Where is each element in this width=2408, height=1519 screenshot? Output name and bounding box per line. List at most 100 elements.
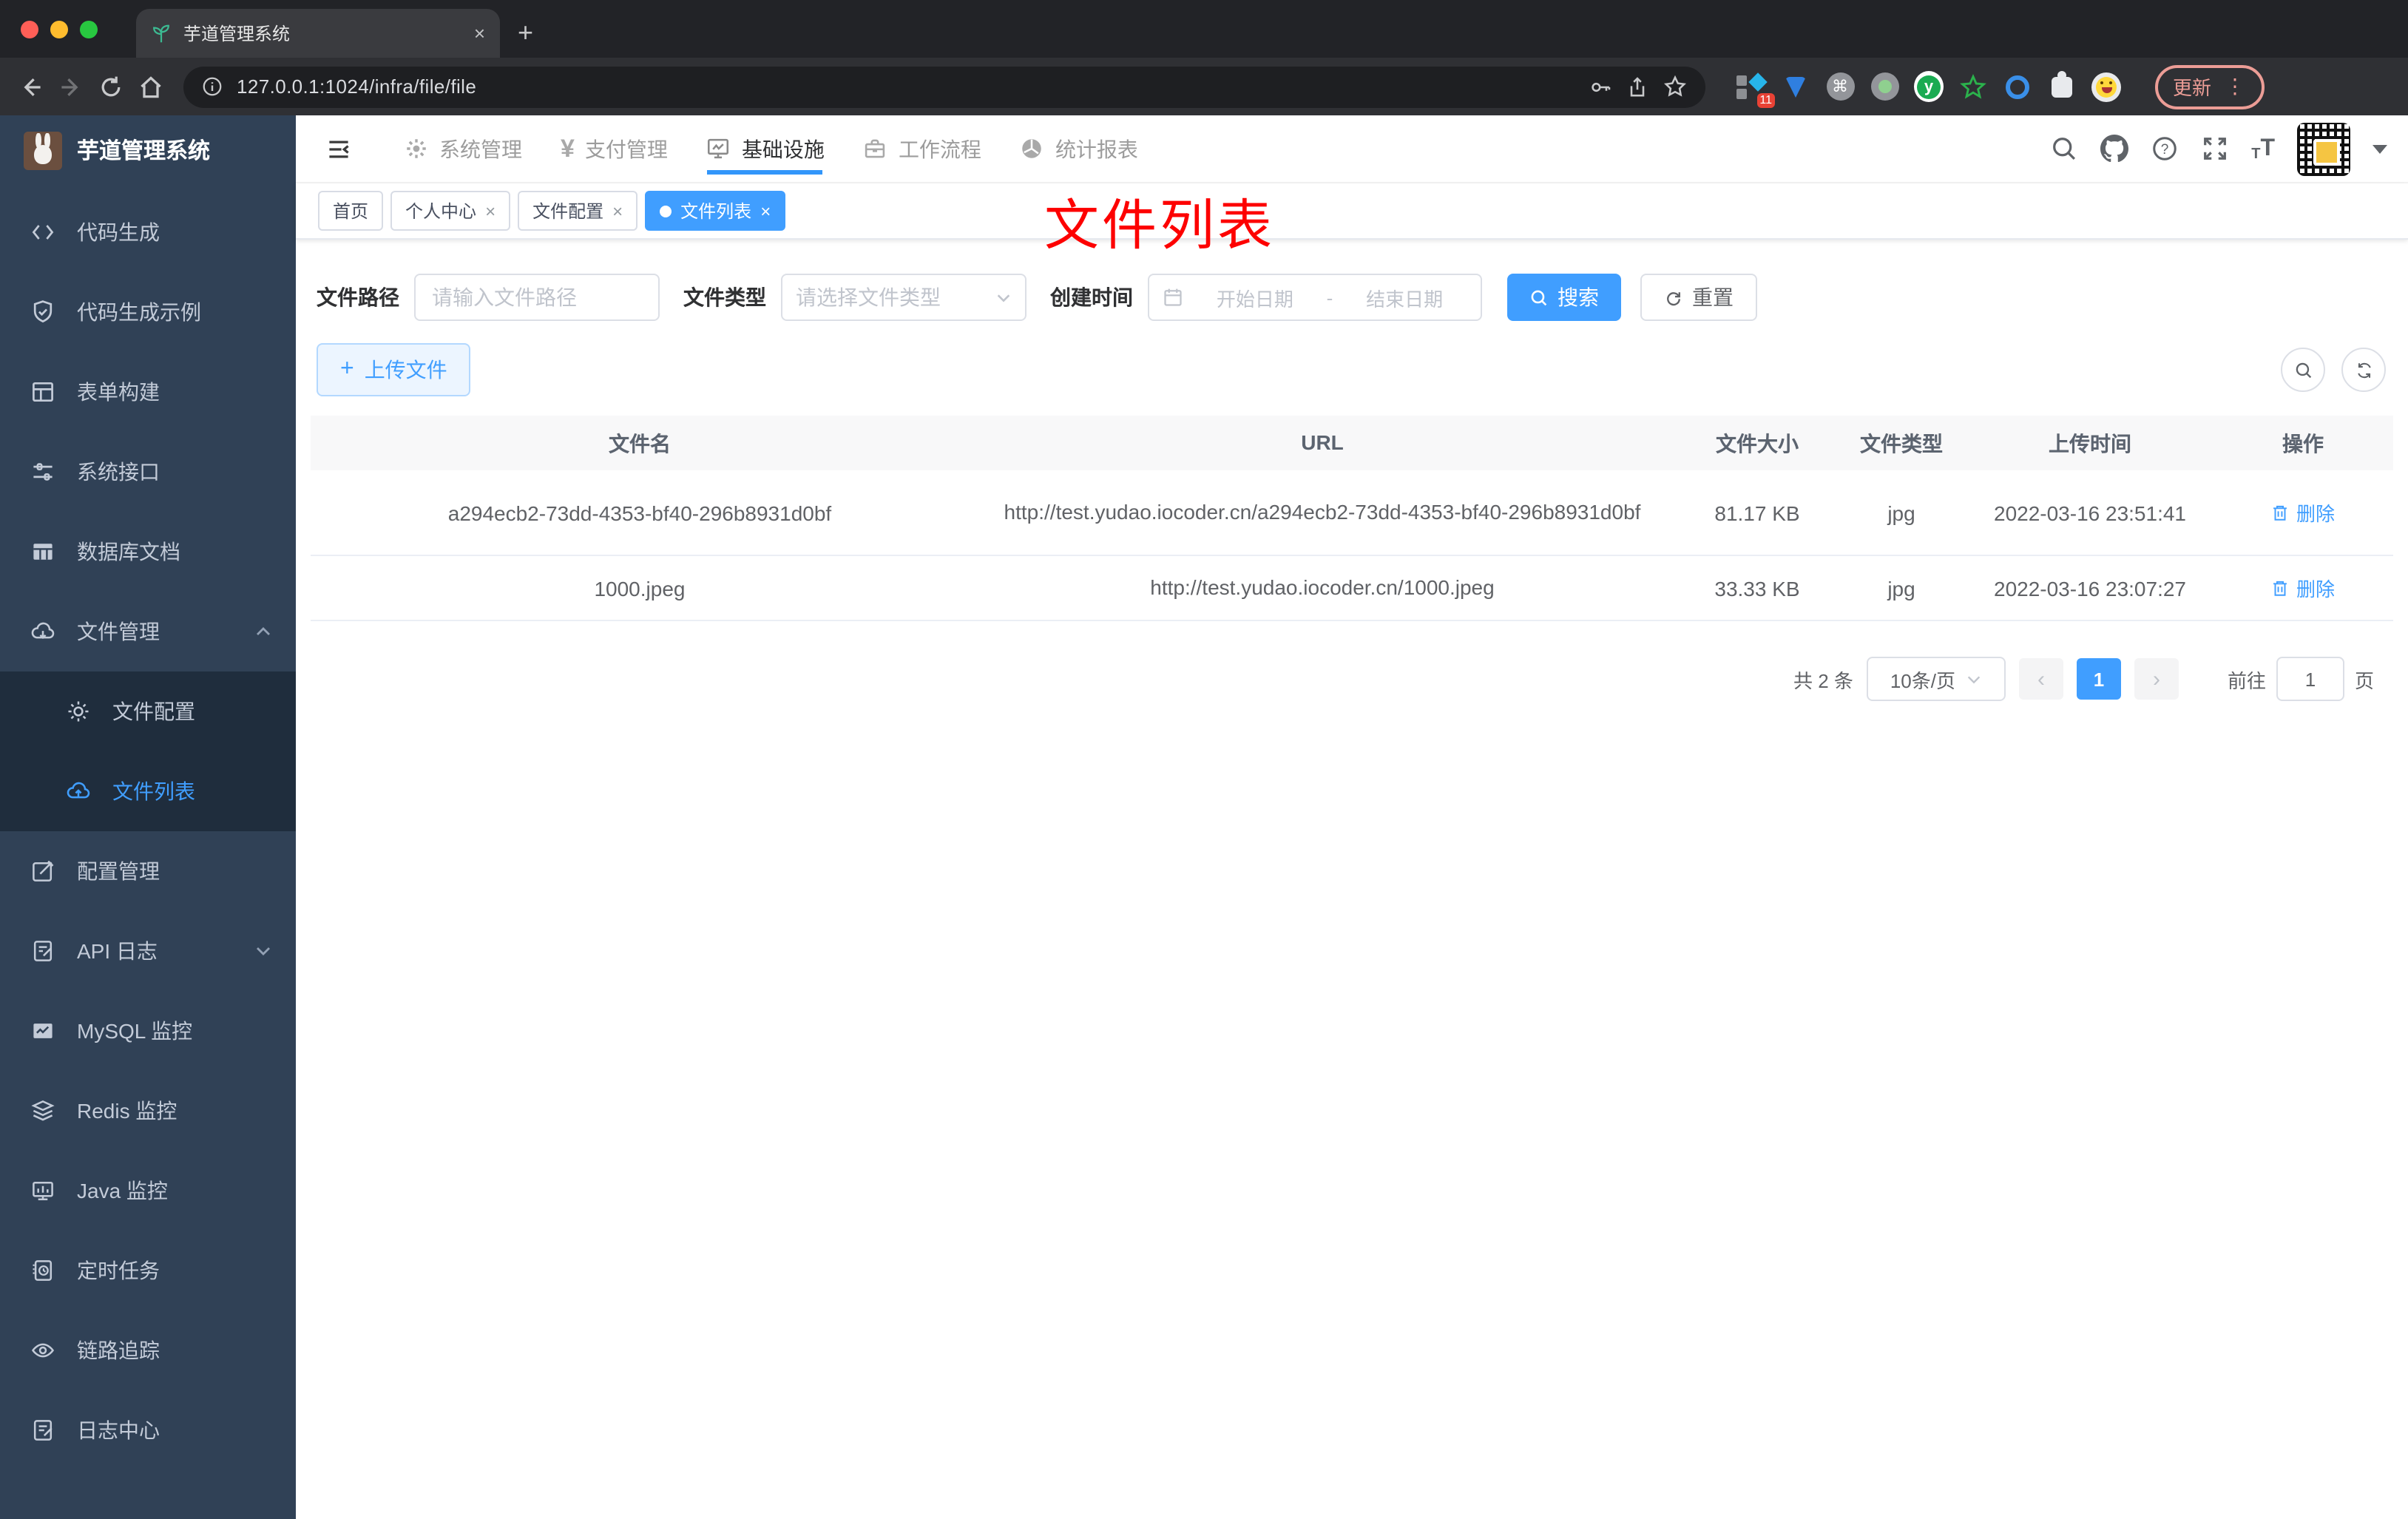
search-icon [1531,289,1547,305]
extension-y-icon[interactable]: y [1914,71,1944,102]
prev-page-button[interactable]: ‹ [2018,658,2063,700]
browser-menu-icon[interactable]: ⋮ [2225,74,2247,99]
browser-update-button[interactable]: 更新 ⋮ [2155,64,2265,109]
extension-emoji-icon[interactable] [2091,72,2121,101]
collapse-sidebar-icon[interactable] [325,135,352,162]
sidebar-item-api-log[interactable]: API 日志 [0,911,296,991]
extension-command-icon[interactable]: ⌘ [1825,72,1855,101]
col-type: 文件类型 [1860,431,1943,455]
sidebar-item-file-list[interactable]: 文件列表 [0,751,296,831]
next-page-button[interactable]: › [2134,658,2179,700]
bookmark-star-icon[interactable] [1663,74,1688,99]
app-title: 芋道管理系统 [77,139,211,164]
password-key-icon[interactable] [1589,75,1612,98]
page-content: 文件路径 文件类型 请选择文件类型 创建时间 开始日期 - 结束日期 [296,240,2408,1519]
file-type-select[interactable]: 请选择文件类型 [781,274,1027,321]
col-url: URL [1301,430,1344,454]
avatar[interactable] [2297,122,2350,175]
tag-home[interactable]: 首页 [318,191,384,231]
sidebar-item-log-center[interactable]: 日志中心 [0,1390,296,1470]
fullscreen-icon[interactable] [2201,135,2229,163]
sidebar-item-scheduled-jobs[interactable]: 定时任务 [0,1231,296,1310]
tag-file-list[interactable]: 文件列表 × [645,191,786,231]
minimize-window-button[interactable] [50,20,68,38]
annotation-text: 文件列表 [1044,195,1275,256]
extension-tiles-icon[interactable]: 11 [1736,72,1775,107]
briefcase-icon [865,139,886,158]
search-icon[interactable] [2050,135,2078,163]
extension-puzzle-icon[interactable] [2047,70,2077,101]
active-dot [660,205,672,217]
reset-button[interactable]: 重置 [1640,274,1757,321]
search-button[interactable]: 搜索 [1507,274,1621,321]
sidebar-item-redis-monitor[interactable]: Redis 监控 [0,1071,296,1151]
delete-button[interactable]: 删除 [2271,574,2335,602]
nav-item-system[interactable]: 系统管理 [385,115,541,182]
maximize-window-button[interactable] [80,20,98,38]
share-icon[interactable] [1626,75,1649,98]
sidebar-item-file-manage[interactable]: 文件管理 [0,592,296,671]
tag-file-config[interactable]: 文件配置 × [518,191,638,231]
sidebar-item-config-manage[interactable]: 配置管理 [0,831,296,911]
extension-eye-icon[interactable] [2003,72,2032,101]
extension-star-icon[interactable] [1958,72,1988,101]
nav-item-pay[interactable]: ¥ 支付管理 [541,115,687,182]
sidebar-item-form-builder[interactable]: 表单构建 [0,352,296,432]
reload-button[interactable] [98,73,124,100]
sidebar-item-tracing[interactable]: 链路追踪 [0,1310,296,1390]
home-button[interactable] [138,73,164,100]
start-date-placeholder[interactable]: 开始日期 [1192,283,1318,311]
help-icon[interactable]: ? [2151,135,2179,163]
refresh-table-button[interactable] [2341,348,2386,392]
update-label: 更新 [2173,77,2212,99]
end-date-placeholder[interactable]: 结束日期 [1342,283,1467,311]
header-right: ? TT [2050,122,2387,175]
nav-item-infra[interactable]: 基础设施 [687,115,844,182]
sidebar-item-code-demo[interactable]: 代码生成示例 [0,272,296,352]
file-path-field [414,274,660,321]
extension-dot-icon[interactable] [1870,72,1899,101]
address-bar[interactable]: 127.0.0.1:1024/infra/file/file [183,66,1705,107]
delete-button[interactable]: 删除 [2271,498,2335,527]
sidebar-item-code-gen[interactable]: 代码生成 [0,192,296,272]
date-range-picker[interactable]: 开始日期 - 结束日期 [1148,274,1482,321]
avatar-caret-icon[interactable] [2373,144,2387,153]
sidebar-submenu-file: 文件配置 文件列表 [0,671,296,831]
create-time-label: 创建时间 [1050,285,1133,309]
close-window-button[interactable] [21,20,38,38]
sidebar-item-system-api[interactable]: 系统接口 [0,432,296,512]
file-path-input[interactable] [419,285,655,309]
current-page-button[interactable]: 1 [2076,658,2121,700]
cloud-upload-icon [67,782,90,799]
nav-item-report[interactable]: 统计报表 [1001,115,1157,182]
goto-page-input[interactable] [2276,657,2344,701]
forward-button[interactable] [58,73,84,100]
col-actions: 操作 [2282,431,2324,455]
github-icon[interactable] [2100,135,2129,163]
browser-tab[interactable]: 芋道管理系统 × [136,9,500,58]
nav-item-workflow[interactable]: 工作流程 [844,115,1001,182]
page-size-select[interactable]: 10条/页 [1866,657,2006,701]
close-icon[interactable]: × [612,200,623,221]
cell-url: http://test.yudao.iocoder.cn/a294ecb2-73… [1004,500,1641,524]
extension-gem-icon[interactable] [1781,72,1810,101]
sidebar-item-mysql-monitor[interactable]: MySQL 监控 [0,991,296,1071]
sidebar-item-file-config[interactable]: 文件配置 [0,671,296,751]
new-tab-button[interactable]: + [518,18,533,49]
close-icon[interactable]: × [760,200,771,221]
app-logo-row[interactable]: 芋道管理系统 [0,115,296,185]
favicon [153,24,169,42]
tag-profile[interactable]: 个人中心 × [390,191,511,231]
cell-time: 2022-03-16 23:07:27 [1994,576,2186,600]
sidebar-item-java-monitor[interactable]: Java 监控 [0,1151,296,1231]
close-icon[interactable]: × [485,200,496,221]
toggle-search-button[interactable] [2281,348,2325,392]
back-button[interactable] [18,73,44,100]
screen: 芋道管理系统 × + 127.0.0.1:1024/infra/file/fil… [0,0,2408,1519]
site-info-icon[interactable] [201,75,223,98]
sidebar-item-db-doc[interactable]: 数据库文档 [0,512,296,592]
tab-close-icon[interactable]: × [474,22,485,44]
font-size-icon[interactable]: TT [2251,135,2275,162]
upload-file-button[interactable]: + 上传文件 [317,343,471,396]
goto-label: 前往 [2227,669,2266,691]
